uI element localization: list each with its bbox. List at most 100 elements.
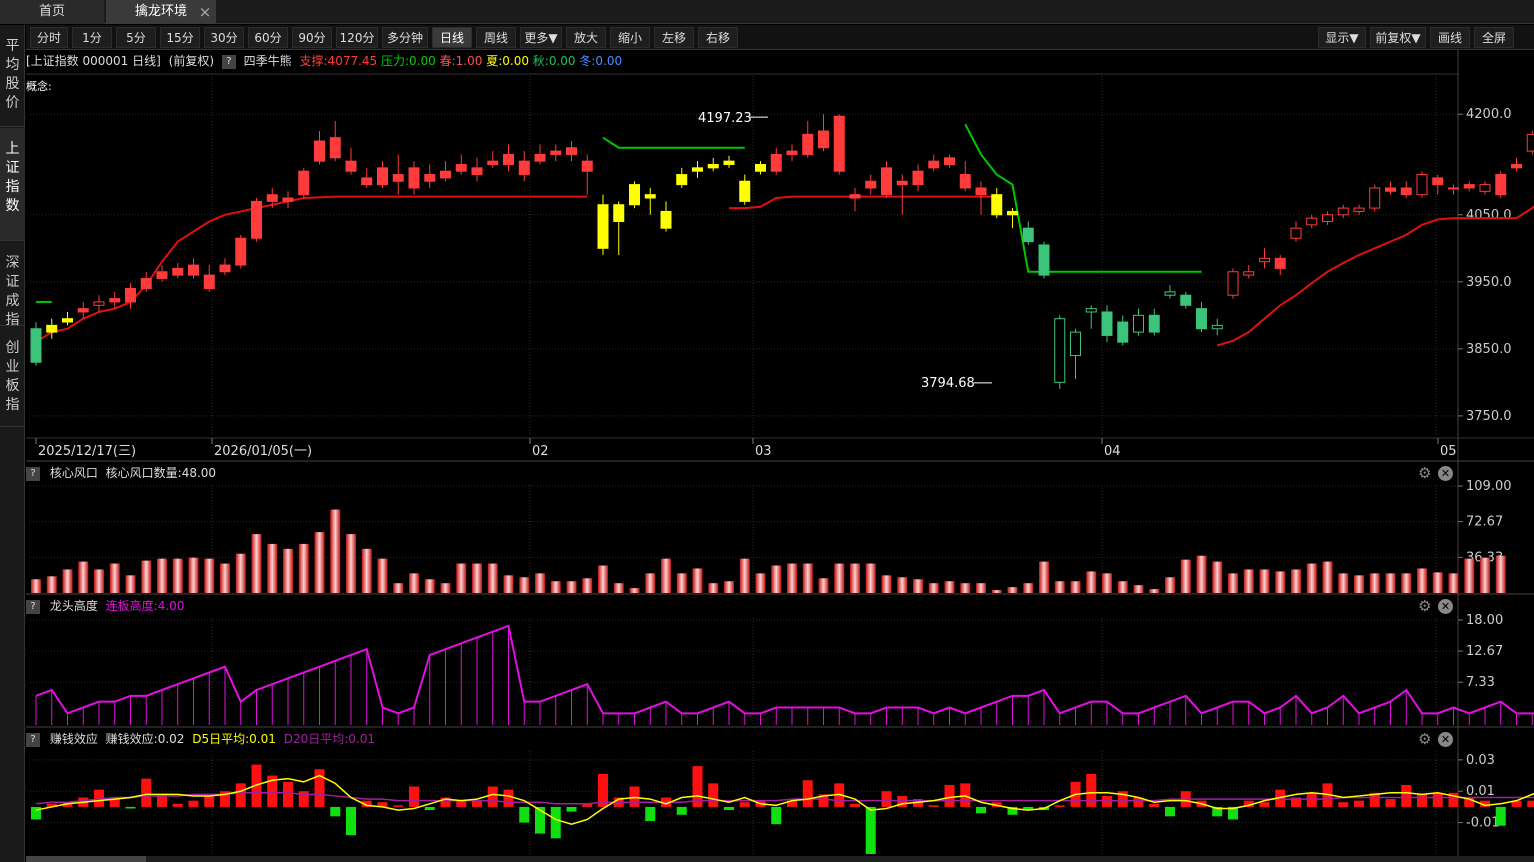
core-bar	[267, 543, 278, 593]
gear-icon[interactable]: ⚙	[1418, 732, 1431, 747]
core-bar	[188, 557, 199, 593]
core-bar	[78, 561, 89, 593]
close-icon[interactable]: ✕	[1438, 732, 1453, 747]
candle-body	[1479, 184, 1491, 192]
candle-body	[1400, 187, 1412, 196]
core-bar	[172, 558, 183, 593]
candle-body	[581, 160, 593, 172]
money-bar	[125, 806, 136, 809]
money-bar	[708, 783, 719, 807]
candle-body	[959, 174, 971, 189]
candle-body	[455, 164, 467, 172]
candle-body	[140, 277, 152, 290]
core-bar	[582, 578, 593, 593]
core-bar	[1165, 577, 1175, 593]
help-icon[interactable]: ?	[26, 466, 40, 481]
core-bar	[897, 577, 908, 593]
money-d20-label: D20日平均:0.01	[283, 732, 376, 746]
core-bar	[472, 563, 482, 593]
money-bar	[802, 780, 813, 807]
candle-body	[1432, 177, 1444, 186]
candle-body	[818, 130, 829, 149]
candle-body	[266, 194, 278, 202]
money-bar	[629, 786, 640, 807]
core-bar	[802, 563, 813, 593]
close-icon[interactable]: ✕	[1438, 466, 1453, 481]
candle-body	[1148, 314, 1160, 333]
money-bar	[1354, 800, 1364, 807]
core-bar	[377, 558, 388, 593]
candle-body	[46, 324, 58, 333]
candle-body	[975, 187, 987, 196]
candle-body	[707, 164, 719, 169]
core-bar	[141, 560, 152, 593]
candle-body	[1085, 308, 1097, 313]
core-bar	[928, 583, 939, 593]
candle-body	[77, 308, 89, 313]
money-bar	[739, 802, 750, 807]
money-bar	[503, 789, 514, 807]
candle-body	[833, 115, 845, 172]
candle-body	[1306, 217, 1318, 226]
core-bar	[1259, 569, 1270, 593]
core-bar	[251, 534, 262, 593]
money-bar	[1401, 784, 1412, 807]
help-icon[interactable]: ?	[26, 599, 40, 614]
core-bar	[1432, 572, 1443, 593]
core-bar	[771, 565, 782, 593]
core-bar	[850, 563, 860, 593]
candle-body	[1353, 207, 1365, 212]
gear-icon[interactable]: ⚙	[1418, 599, 1431, 614]
money-panel-title: 赚钱效应	[49, 732, 98, 746]
money-bar	[235, 783, 246, 807]
money-bar	[676, 806, 687, 815]
candle-body	[1511, 164, 1522, 169]
candle-body	[1164, 291, 1176, 296]
scrollbar-thumb	[26, 856, 146, 862]
core-bar	[204, 558, 215, 593]
help-icon[interactable]: ?	[26, 732, 40, 747]
gear-icon[interactable]: ⚙	[1418, 466, 1431, 481]
core-bar	[94, 569, 104, 593]
money-bar	[566, 806, 577, 812]
core-bar	[692, 568, 703, 593]
core-bar	[1322, 561, 1333, 593]
candle-body	[471, 167, 483, 176]
core-bar	[787, 563, 797, 593]
core-bar	[519, 577, 530, 593]
money-bar	[1338, 802, 1349, 807]
money-bar	[724, 806, 734, 811]
core-bar	[220, 563, 230, 593]
core-bar	[834, 563, 845, 593]
core-bar	[598, 565, 608, 593]
money-bar	[881, 791, 892, 807]
candle-body	[1070, 331, 1081, 357]
core-bar	[1149, 589, 1160, 593]
close-icon[interactable]: ✕	[1438, 599, 1453, 614]
date-label: 04	[1104, 444, 1121, 459]
core-bar	[708, 583, 719, 593]
core-tick-label: 109.00	[1466, 479, 1512, 494]
core-bar	[535, 573, 545, 593]
money-bar	[865, 806, 876, 854]
core-bar	[913, 579, 923, 593]
date-label: 03	[755, 444, 772, 459]
candle-body	[203, 274, 215, 290]
candle-body	[613, 204, 625, 222]
money-bar	[645, 806, 656, 822]
price-tick-label: 3850.0	[1466, 342, 1512, 357]
money-bar	[1086, 773, 1097, 807]
candle-body	[944, 157, 955, 165]
high-annotation: 4197.23	[698, 111, 752, 126]
core-bar	[456, 563, 467, 593]
low-annotation: 3794.68	[921, 376, 975, 391]
core-bar	[298, 543, 309, 593]
money-panel-value: 赚钱效应:0.02	[105, 732, 185, 746]
money-bar	[141, 778, 152, 807]
money-bar	[283, 781, 293, 807]
candle-body	[660, 210, 672, 229]
candle-body	[251, 200, 262, 239]
candle-body	[1385, 187, 1396, 192]
candle-body	[125, 288, 136, 303]
core-bar	[346, 534, 356, 593]
